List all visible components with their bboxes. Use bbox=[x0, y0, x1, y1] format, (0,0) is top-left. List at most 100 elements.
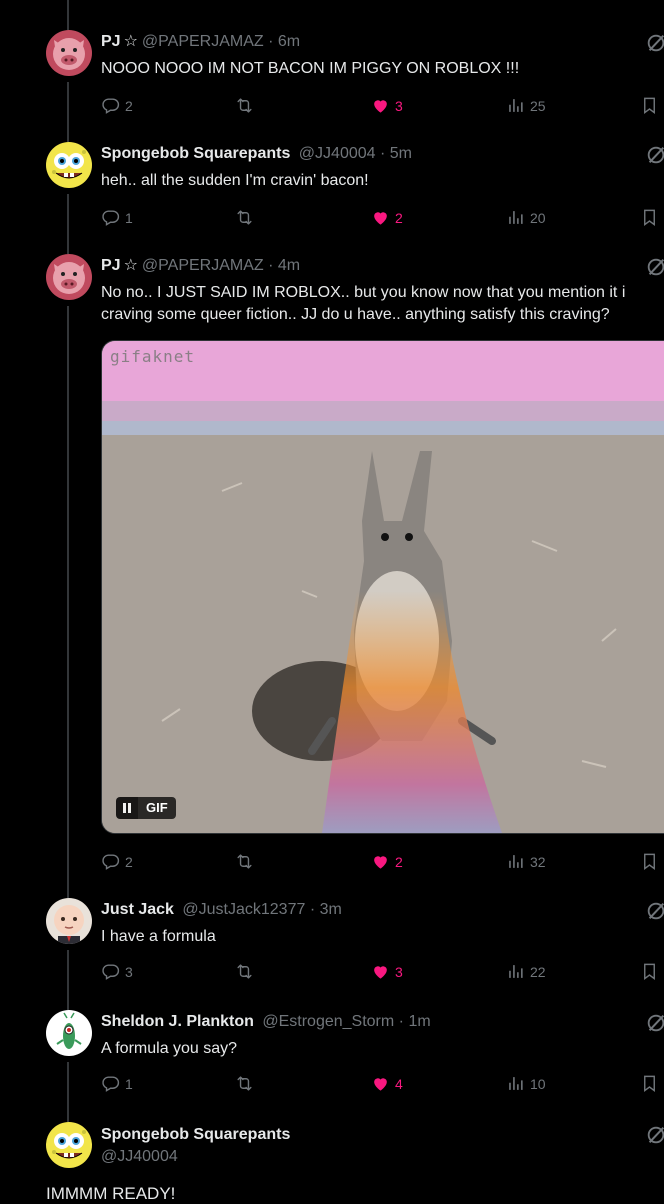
separator: · bbox=[398, 1013, 404, 1030]
author-name[interactable]: Spongebob Squarepants bbox=[101, 1124, 290, 1146]
author-name[interactable]: Sheldon J. Plankton bbox=[101, 1013, 254, 1030]
bookmark-button[interactable] bbox=[640, 96, 659, 115]
timestamp[interactable]: 4m bbox=[278, 257, 300, 274]
bookmark-button[interactable] bbox=[640, 962, 659, 981]
timestamp[interactable]: 3m bbox=[320, 901, 342, 918]
like-button[interactable]: 4 bbox=[371, 1074, 403, 1093]
grok-icon[interactable] bbox=[645, 256, 664, 278]
pause-icon[interactable] bbox=[116, 797, 138, 819]
reply-count: 1 bbox=[125, 1075, 133, 1092]
views-button[interactable]: 22 bbox=[506, 962, 546, 981]
bookmark-icon bbox=[640, 1074, 659, 1093]
retweet-icon bbox=[235, 96, 254, 115]
retweet-button[interactable] bbox=[235, 1074, 254, 1093]
bookmark-button[interactable] bbox=[640, 1074, 659, 1093]
action-bar: 1 4 10 bbox=[0, 1074, 664, 1096]
like-button[interactable]: 3 bbox=[371, 962, 403, 981]
like-button[interactable]: 2 bbox=[371, 208, 403, 227]
gif-label: GIF bbox=[138, 797, 176, 819]
heart-icon bbox=[371, 962, 390, 981]
spongebob-avatar[interactable] bbox=[46, 142, 92, 188]
tweet-text-line: No no.. I JUST SAID IM ROBLOX.. but you … bbox=[101, 284, 626, 301]
bookmark-icon bbox=[640, 208, 659, 227]
tweet-text: NOOO NOOO IM NOT BACON IM PIGGY ON ROBLO… bbox=[101, 60, 520, 77]
separator: · bbox=[379, 145, 386, 162]
tweet[interactable]: Sheldon J. Plankton @Estrogen_Storm · 1m… bbox=[0, 1010, 664, 1122]
author-name[interactable]: PJ bbox=[101, 257, 121, 274]
timestamp[interactable]: 5m bbox=[390, 145, 412, 162]
piggy-avatar[interactable] bbox=[46, 30, 92, 76]
views-button[interactable]: 25 bbox=[506, 96, 546, 115]
tweet[interactable]: Spongebob Squarepants @JJ40004 · 5m heh.… bbox=[0, 142, 664, 254]
spongebob-avatar[interactable] bbox=[46, 1122, 92, 1168]
squirrel-gif-image bbox=[102, 341, 664, 833]
author-handle[interactable]: @PAPERJAMAZ bbox=[142, 33, 264, 50]
views-button[interactable]: 10 bbox=[506, 1074, 546, 1093]
reply-count: 2 bbox=[125, 853, 133, 870]
views-icon bbox=[506, 1074, 525, 1093]
tweet[interactable]: Just Jack @JustJack12377 · 3m I have a f… bbox=[0, 898, 664, 1010]
reply-icon bbox=[101, 852, 120, 871]
grok-icon[interactable] bbox=[645, 32, 664, 54]
retweet-icon bbox=[235, 208, 254, 227]
like-count: 3 bbox=[395, 963, 403, 980]
views-button[interactable]: 20 bbox=[506, 208, 546, 227]
gif-media[interactable]: gifaknet GIF bbox=[101, 340, 664, 834]
baby-avatar[interactable] bbox=[46, 898, 92, 944]
author-handle[interactable]: @Estrogen_Storm bbox=[262, 1013, 394, 1030]
author-name[interactable]: Just Jack bbox=[101, 901, 174, 918]
like-count: 3 bbox=[395, 97, 403, 114]
author-handle[interactable]: @PAPERJAMAZ bbox=[142, 257, 264, 274]
timestamp[interactable]: 6m bbox=[278, 33, 300, 50]
retweet-button[interactable] bbox=[235, 96, 254, 115]
action-bar: 3 3 22 bbox=[0, 962, 664, 984]
heart-icon bbox=[371, 208, 390, 227]
retweet-button[interactable] bbox=[235, 852, 254, 871]
grok-icon[interactable] bbox=[645, 1124, 664, 1146]
author-handle[interactable]: @JJ40004 bbox=[299, 145, 376, 162]
bookmark-icon bbox=[640, 852, 659, 871]
tweet-text: A formula you say? bbox=[101, 1040, 238, 1057]
star-icon: ☆ bbox=[123, 257, 138, 274]
timestamp[interactable]: 1m bbox=[408, 1013, 430, 1030]
bookmark-button[interactable] bbox=[640, 852, 659, 871]
reply-button[interactable]: 3 bbox=[101, 962, 133, 981]
tweet[interactable]: PJ ☆ @PAPERJAMAZ · 4m No no.. I JUST SAID … bbox=[0, 254, 664, 898]
focused-tweet[interactable]: Spongebob Squarepants @JJ40004 IMMMM REA… bbox=[0, 1122, 664, 1203]
grok-icon[interactable] bbox=[645, 1012, 664, 1034]
tweet-text: No no.. I JUST SAID IM ROBLOX.. but you … bbox=[101, 282, 625, 326]
grok-icon[interactable] bbox=[645, 900, 664, 922]
action-bar: 2 3 25 bbox=[0, 96, 664, 118]
tweet-header: Just Jack @JustJack12377 · 3m bbox=[101, 900, 342, 920]
retweet-icon bbox=[235, 1074, 254, 1093]
piggy-avatar[interactable] bbox=[46, 254, 92, 300]
retweet-button[interactable] bbox=[235, 208, 254, 227]
like-button[interactable]: 2 bbox=[371, 852, 403, 871]
reply-button[interactable]: 2 bbox=[101, 852, 133, 871]
reply-button[interactable]: 1 bbox=[101, 208, 133, 227]
action-bar: 2 2 32 bbox=[0, 852, 664, 874]
like-button[interactable]: 3 bbox=[371, 96, 403, 115]
heart-icon bbox=[371, 1074, 390, 1093]
retweet-button[interactable] bbox=[235, 962, 254, 981]
views-button[interactable]: 32 bbox=[506, 852, 546, 871]
author-name[interactable]: Spongebob Squarepants bbox=[101, 145, 290, 162]
author-name[interactable]: PJ bbox=[101, 33, 121, 50]
retweet-icon bbox=[235, 962, 254, 981]
reply-icon bbox=[101, 962, 120, 981]
plankton-avatar[interactable] bbox=[46, 1010, 92, 1056]
view-count: 10 bbox=[530, 1075, 546, 1092]
author-handle[interactable]: @JustJack12377 bbox=[182, 901, 305, 918]
tweet-header: PJ ☆ @PAPERJAMAZ · 6m bbox=[101, 32, 300, 52]
reply-icon bbox=[101, 96, 120, 115]
tweet[interactable]: PJ ☆ @PAPERJAMAZ · 6m NOOO NOOO IM NOT BAC… bbox=[0, 30, 664, 142]
gif-badge[interactable]: GIF bbox=[116, 797, 176, 819]
reply-button[interactable]: 1 bbox=[101, 1074, 133, 1093]
bookmark-button[interactable] bbox=[640, 208, 659, 227]
separator: · bbox=[268, 33, 274, 50]
author-handle[interactable]: @JJ40004 bbox=[101, 1146, 290, 1168]
like-count: 4 bbox=[395, 1075, 403, 1092]
grok-icon[interactable] bbox=[645, 144, 664, 166]
reply-button[interactable]: 2 bbox=[101, 96, 133, 115]
tweet-header: Spongebob Squarepants @JJ40004 · 5m bbox=[101, 144, 412, 164]
